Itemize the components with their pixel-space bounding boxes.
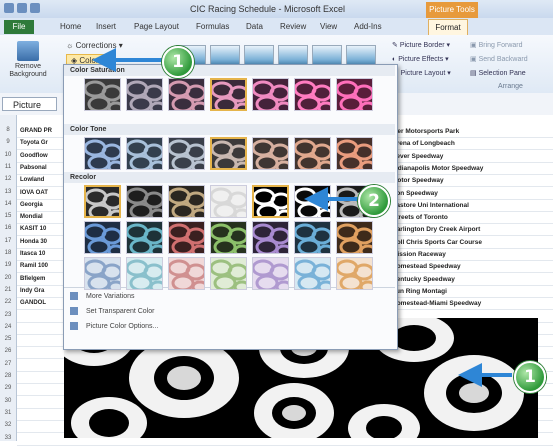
callout-step-top: 1 xyxy=(162,46,194,78)
callout-step-middle: 2 xyxy=(358,185,390,217)
grid-line xyxy=(17,444,553,446)
callout-arrows xyxy=(92,48,512,387)
callout-step-bottom: 1 xyxy=(514,361,546,393)
